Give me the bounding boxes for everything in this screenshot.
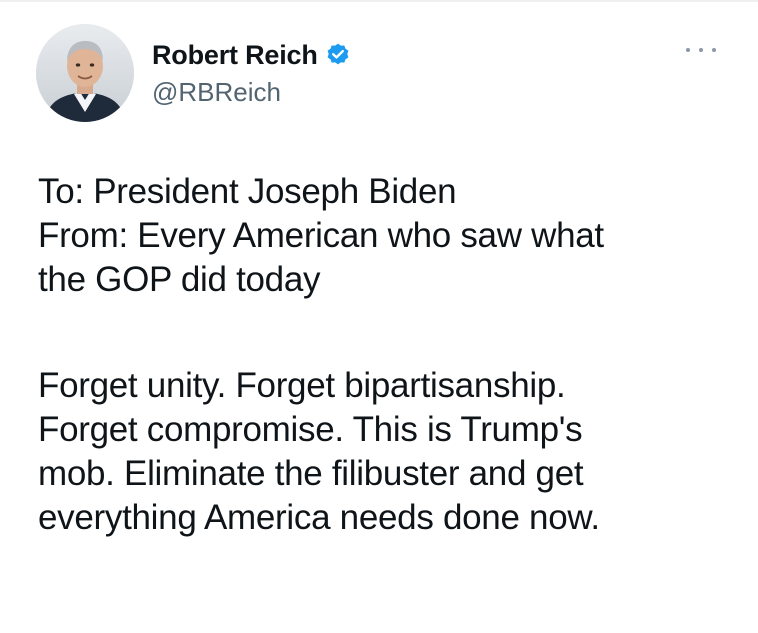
- avatar[interactable]: [36, 24, 134, 122]
- name-row: Robert Reich: [152, 38, 351, 72]
- author-display-name[interactable]: Robert Reich: [152, 40, 318, 71]
- tweet-text-line: mob. Eliminate the filibuster and get: [38, 454, 584, 493]
- tweet-header: Robert Reich @RBReich: [152, 38, 351, 108]
- more-dot: [686, 48, 690, 52]
- verified-badge-icon: [325, 42, 351, 68]
- tweet-text-line: the GOP did today: [38, 260, 321, 299]
- tweet-text-line: Forget unity. Forget bipartisanship.: [38, 366, 566, 405]
- tweet-text-line: everything America needs done now.: [38, 498, 600, 537]
- more-dot: [712, 48, 716, 52]
- tweet-text-line: From: Every American who saw what: [38, 216, 604, 255]
- more-dot: [699, 48, 703, 52]
- tweet-text-paragraph-1: To: President Joseph Biden From: Every A…: [38, 170, 728, 302]
- tweet-text-paragraph-2: Forget unity. Forget bipartisanship. For…: [38, 364, 728, 540]
- author-handle[interactable]: @RBReich: [152, 77, 351, 108]
- tweet-text-line: Forget compromise. This is Trump's: [38, 410, 583, 449]
- tweet-card: Robert Reich @RBReich To: President Jose…: [0, 0, 758, 633]
- tweet-text-line: To: President Joseph Biden: [38, 172, 457, 211]
- more-horizontal-icon[interactable]: [686, 42, 716, 58]
